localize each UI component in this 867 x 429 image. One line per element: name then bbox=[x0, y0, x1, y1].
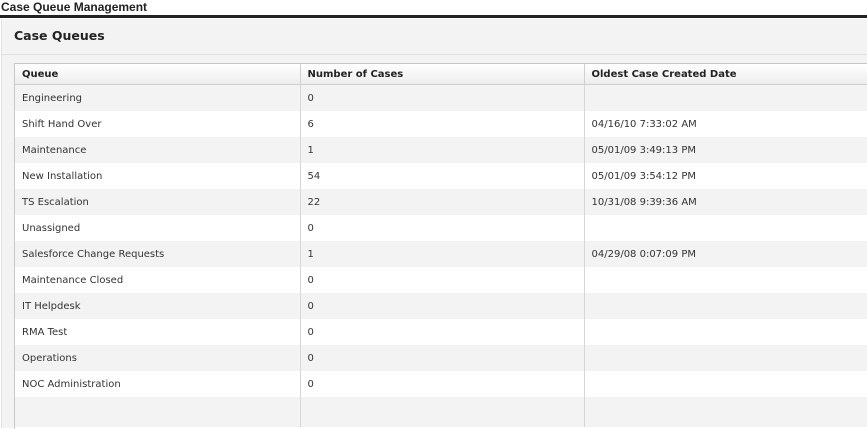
oldest-case-date-cell bbox=[584, 345, 867, 371]
empty-table-row bbox=[15, 397, 867, 427]
queue-name-cell[interactable]: RMA Test bbox=[15, 319, 301, 345]
case-queues-table: Queue Number of Cases Oldest Case Create… bbox=[15, 64, 867, 427]
table-row[interactable]: Engineering 0 bbox=[15, 84, 867, 111]
oldest-case-date-cell: 05/01/09 3:49:13 PM bbox=[584, 137, 867, 163]
case-count-cell: 54 bbox=[300, 163, 585, 189]
table-row[interactable]: Maintenance 1 05/01/09 3:49:13 PM bbox=[15, 137, 867, 163]
oldest-case-date-cell bbox=[584, 293, 867, 319]
case-count-cell: 0 bbox=[300, 84, 585, 111]
queue-name-cell[interactable]: TS Escalation bbox=[15, 189, 301, 215]
case-count-cell: 1 bbox=[300, 241, 585, 267]
column-header-queue[interactable]: Queue bbox=[15, 64, 301, 85]
queue-name-cell[interactable]: Maintenance Closed bbox=[15, 267, 301, 293]
queue-name-cell[interactable]: New Installation bbox=[15, 163, 301, 189]
queue-name-cell[interactable]: Engineering bbox=[15, 84, 301, 111]
queue-name-cell[interactable]: Maintenance bbox=[15, 137, 301, 163]
oldest-case-date-cell: 04/29/08 0:07:09 PM bbox=[584, 241, 867, 267]
empty-cell bbox=[15, 397, 301, 427]
oldest-case-date-cell: 04/16/10 7:33:02 AM bbox=[584, 111, 867, 137]
table-row[interactable]: Unassigned 0 bbox=[15, 215, 867, 241]
case-count-cell: 0 bbox=[300, 345, 585, 371]
queue-name-cell[interactable]: Shift Hand Over bbox=[15, 111, 301, 137]
case-count-cell: 0 bbox=[300, 319, 585, 345]
oldest-case-date-cell bbox=[584, 267, 867, 293]
queue-name-cell[interactable]: Unassigned bbox=[15, 215, 301, 241]
table-row[interactable]: New Installation 54 05/01/09 3:54:12 PM bbox=[15, 163, 867, 189]
table-row[interactable]: Salesforce Change Requests 1 04/29/08 0:07… bbox=[15, 241, 867, 267]
table-row[interactable]: TS Escalation 22 10/31/08 9:39:36 AM bbox=[15, 189, 867, 215]
page-header: Case Queue Management bbox=[0, 0, 867, 18]
page-title: Case Queue Management bbox=[1, 0, 148, 14]
case-queues-panel: Case Queues Queue Number of Cases Oldest… bbox=[1, 19, 867, 429]
oldest-case-date-cell bbox=[584, 84, 867, 111]
case-count-cell: 0 bbox=[300, 371, 585, 397]
column-header-number-of-cases[interactable]: Number of Cases bbox=[300, 64, 585, 85]
case-queues-table-container: Queue Number of Cases Oldest Case Create… bbox=[14, 63, 867, 429]
case-count-cell: 1 bbox=[300, 137, 585, 163]
oldest-case-date-cell bbox=[584, 215, 867, 241]
table-row[interactable]: NOC Administration 0 bbox=[15, 371, 867, 397]
table-row[interactable]: Maintenance Closed 0 bbox=[15, 267, 867, 293]
table-body: Engineering 0 Shift Hand Over 6 04/16/10 7:3… bbox=[15, 84, 867, 427]
oldest-case-date-cell bbox=[584, 371, 867, 397]
oldest-case-date-cell: 10/31/08 9:39:36 AM bbox=[584, 189, 867, 215]
table-row[interactable]: RMA Test 0 bbox=[15, 319, 867, 345]
queue-name-cell[interactable]: Operations bbox=[15, 345, 301, 371]
oldest-case-date-cell: 05/01/09 3:54:12 PM bbox=[584, 163, 867, 189]
panel-title: Case Queues bbox=[14, 28, 105, 43]
case-count-cell: 6 bbox=[300, 111, 585, 137]
table-row[interactable]: Operations 0 bbox=[15, 345, 867, 371]
panel-divider bbox=[2, 54, 867, 55]
case-count-cell: 22 bbox=[300, 189, 585, 215]
case-count-cell: 0 bbox=[300, 215, 585, 241]
case-count-cell: 0 bbox=[300, 293, 585, 319]
empty-cell bbox=[584, 397, 867, 427]
empty-cell bbox=[300, 397, 585, 427]
oldest-case-date-cell bbox=[584, 319, 867, 345]
queue-name-cell[interactable]: IT Helpdesk bbox=[15, 293, 301, 319]
column-header-oldest-case-created-date[interactable]: Oldest Case Created Date bbox=[584, 64, 867, 85]
table-header-row: Queue Number of Cases Oldest Case Create… bbox=[15, 64, 867, 85]
queue-name-cell[interactable]: Salesforce Change Requests bbox=[15, 241, 301, 267]
case-count-cell: 0 bbox=[300, 267, 585, 293]
queue-name-cell[interactable]: NOC Administration bbox=[15, 371, 301, 397]
table-row[interactable]: IT Helpdesk 0 bbox=[15, 293, 867, 319]
table-row[interactable]: Shift Hand Over 6 04/16/10 7:33:02 AM bbox=[15, 111, 867, 137]
